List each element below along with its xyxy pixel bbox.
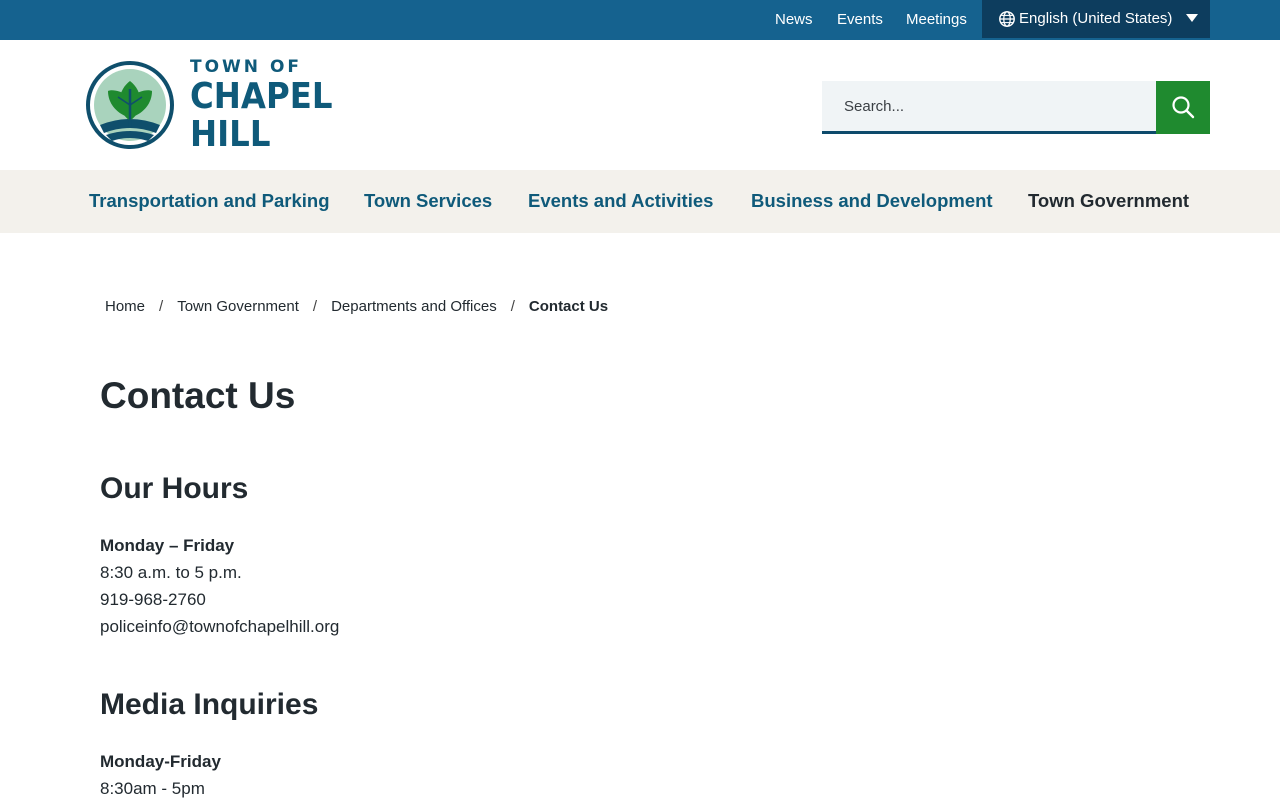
utility-link-events[interactable]: Events [837,11,883,29]
phone-number: 919-968-2760 [100,590,206,609]
hours-time: 8:30 a.m. to 5 p.m. [100,563,242,582]
nav-town-government[interactable]: Town Government [1028,190,1189,212]
media-hours: 8:30am - 5pm [100,779,205,798]
town-logo-icon [86,61,174,149]
breadcrumb-home[interactable]: Home [105,298,145,315]
language-selector[interactable]: English (United States) [982,0,1210,38]
nav-transportation-and-parking[interactable]: Transportation and Parking [89,190,330,212]
hours-days: Monday – Friday [100,536,235,555]
email-address: policeinfo@townofchapelhill.org [100,617,340,636]
logo-line-chapel: CHAPEL [190,76,333,117]
breadcrumb: Home / Town Government / Departments and Off… [105,298,608,316]
utility-link-news[interactable]: News [775,11,813,29]
section-title-our-hours: Our Hours [100,472,249,505]
main-navigation: Transportation and Parking Town Services… [0,170,1280,233]
utility-link-meetings[interactable]: Meetings [906,11,967,29]
breadcrumb-current: Contact Us [528,298,609,315]
globe-icon [999,11,1015,27]
town-logo-wordmark: TOWN OF CHAPEL HILL [190,56,348,154]
breadcrumb-separator: / [510,298,515,315]
search-icon [1172,96,1195,119]
search-input[interactable] [822,81,1156,131]
search-box [822,81,1156,134]
breadcrumb-separator: / [159,298,164,315]
breadcrumb-separator: / [312,298,318,315]
language-label: English (United States) [1019,10,1173,27]
media-days: Monday-Friday [100,752,221,771]
page-title: Contact Us [100,375,296,416]
nav-town-services[interactable]: Town Services [364,190,492,212]
nav-events-and-activities[interactable]: Events and Activities [528,190,713,212]
logo-line-town-of: TOWN OF [190,57,303,77]
breadcrumb-town-government[interactable]: Town Government [177,298,299,315]
logo-line-hill: HILL [190,114,271,155]
utility-bar: News Events Meetings English (United Sta… [0,0,1280,40]
search-button[interactable] [1156,81,1210,134]
breadcrumb-departments-and-offices[interactable]: Departments and Offices [331,298,497,315]
caret-down-icon [1186,14,1198,22]
nav-business-and-development[interactable]: Business and Development [751,190,993,212]
section-title-media-inquiries: Media Inquiries [100,688,319,721]
